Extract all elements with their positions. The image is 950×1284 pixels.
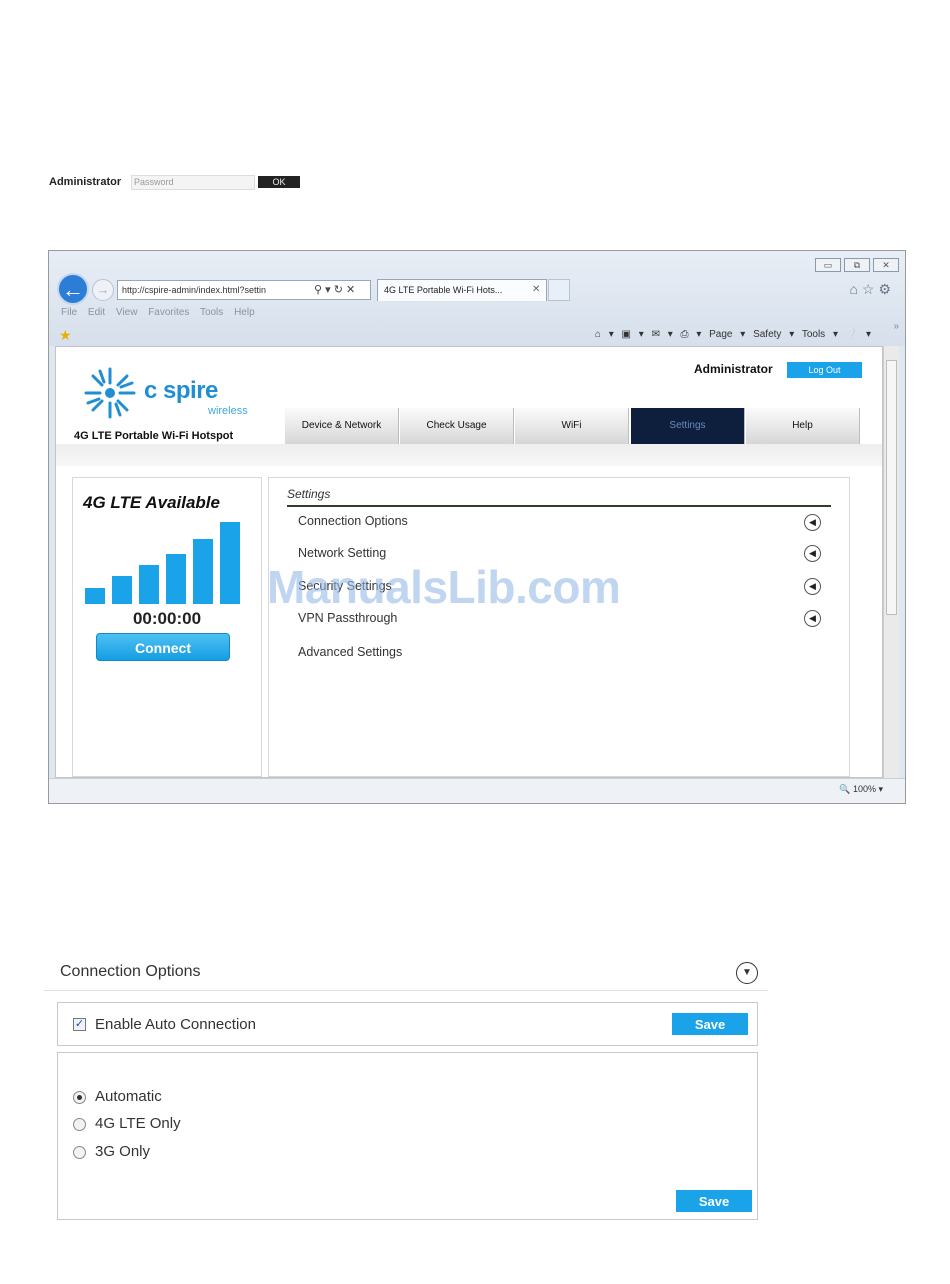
zoom-value: 100% xyxy=(852,784,876,794)
logout-button[interactable]: Log Out xyxy=(787,362,862,378)
password-input[interactable]: Password xyxy=(131,175,255,190)
close-icon[interactable]: ✕ xyxy=(873,258,899,272)
browser-titlebar: ▭ ⧉ ✕ ← → http://cspire-admin/index.html… xyxy=(49,251,905,346)
settings-item-network-setting[interactable]: Network Setting xyxy=(298,546,386,560)
settings-item-advanced-settings[interactable]: Advanced Settings xyxy=(298,645,402,659)
logo-subtext: wireless xyxy=(208,405,248,417)
restore-icon[interactable]: ⧉ xyxy=(844,258,870,272)
command-menus[interactable]: Page ▾ Safety ▾ Tools ▾ xyxy=(709,329,838,340)
signal-bar-2-icon xyxy=(112,576,132,604)
menu-edit[interactable]: Edit xyxy=(88,307,105,318)
forward-arrow-icon[interactable]: → xyxy=(92,279,114,301)
tab-help[interactable]: Help xyxy=(746,408,860,444)
expand-arrow-icon[interactable]: ◀ xyxy=(804,578,821,595)
minimize-icon[interactable]: ▭ xyxy=(815,258,841,272)
settings-item-connection-options[interactable]: Connection Options xyxy=(298,514,408,528)
ok-button[interactable]: OK xyxy=(258,176,300,188)
product-name: 4G LTE Portable Wi-Fi Hotspot xyxy=(74,430,234,442)
cspire-logo-icon xyxy=(84,367,136,419)
radio-label-4g-lte-only: 4G LTE Only xyxy=(95,1115,181,1132)
settings-title: Settings xyxy=(287,487,331,501)
tab-settings[interactable]: Settings xyxy=(631,408,745,444)
signal-bar-3-icon xyxy=(139,565,159,604)
connection-options-title: Connection Options xyxy=(60,963,201,980)
section-divider xyxy=(44,990,768,991)
auto-connection-checkbox[interactable]: ✓ xyxy=(73,1018,86,1031)
mail-icon[interactable]: ✉ ▾ xyxy=(652,329,673,340)
new-tab-button[interactable] xyxy=(548,279,570,301)
help-icon[interactable]: ❔ ▾ xyxy=(846,329,871,340)
home-icon[interactable]: ⌂ ▾ xyxy=(595,329,614,340)
auto-connection-box: ✓ Enable Auto Connection Save xyxy=(57,1002,758,1046)
feeds-icon[interactable]: ▣ ▾ xyxy=(622,329,644,340)
signal-bar-1-icon xyxy=(85,588,105,604)
auto-connection-label: Enable Auto Connection xyxy=(95,1016,256,1033)
browser-statusbar: 🔍 100% ▾ xyxy=(49,778,905,803)
browser-window: ▭ ⧉ ✕ ← → http://cspire-admin/index.html… xyxy=(48,250,906,804)
back-arrow-icon[interactable]: ← xyxy=(57,273,89,305)
tab-device-network[interactable]: Device & Network xyxy=(285,408,399,444)
connection-status-panel: 4G LTE Available 00:00:00 Connect xyxy=(72,477,262,777)
connect-button[interactable]: Connect xyxy=(96,633,230,661)
browser-tab[interactable]: 4G LTE Portable Wi-Fi Hots... ✕ xyxy=(377,279,547,301)
vertical-scrollbar[interactable] xyxy=(883,346,899,778)
address-bar-icons[interactable]: ⚲ ▾ ↻ ✕ xyxy=(311,281,359,298)
signal-bar-6-icon xyxy=(220,522,240,604)
save-button[interactable]: Save xyxy=(676,1190,752,1212)
tab-title: 4G LTE Portable Wi-Fi Hots... xyxy=(384,285,503,295)
connection-timer: 00:00:00 xyxy=(132,609,202,628)
tab-wifi[interactable]: WiFi xyxy=(515,408,629,444)
menu-favorites[interactable]: Favorites xyxy=(148,307,189,318)
settings-divider xyxy=(287,505,831,507)
expand-arrow-icon[interactable]: ◀ xyxy=(804,514,821,531)
menu-help[interactable]: Help xyxy=(234,307,255,318)
chevron-right-icon[interactable]: » xyxy=(893,321,899,332)
administrator-label: Administrator xyxy=(49,176,122,188)
menu-bar[interactable]: File Edit View Favorites Tools Help xyxy=(61,307,255,318)
radio-automatic[interactable] xyxy=(73,1091,86,1104)
network-status-title: 4G LTE Available xyxy=(83,493,220,512)
watermark: ManualsLib.com xyxy=(267,561,621,613)
menu-view[interactable]: View xyxy=(116,307,138,318)
print-icon[interactable]: ⎙ ▾ xyxy=(681,329,702,340)
radio-label-3g-only: 3G Only xyxy=(95,1143,151,1160)
connection-mode-box: Automatic 4G LTE Only 3G Only Save xyxy=(57,1052,758,1220)
radio-3g-only[interactable] xyxy=(73,1146,86,1159)
tab-check-usage[interactable]: Check Usage xyxy=(400,408,514,444)
expand-arrow-icon[interactable]: ◀ xyxy=(804,545,821,562)
logo-text: c spire xyxy=(144,377,218,404)
scrollbar-thumb[interactable] xyxy=(886,360,897,615)
settings-panel: Settings Connection Options ◀ Network Se… xyxy=(268,477,850,777)
menu-file[interactable]: File xyxy=(61,307,77,318)
save-button[interactable]: Save xyxy=(672,1013,748,1035)
radio-4g-lte-only[interactable] xyxy=(73,1118,86,1131)
header-band xyxy=(56,444,882,466)
favorites-star-icon[interactable]: ★ xyxy=(59,327,72,344)
signal-bar-5-icon xyxy=(193,539,213,604)
command-bar[interactable]: ⌂ ▾ ▣ ▾ ✉ ▾ ⎙ ▾ Page ▾ Safety ▾ Tools ▾ … xyxy=(595,329,871,340)
tab-close-icon[interactable]: ✕ xyxy=(532,280,540,300)
menu-tools[interactable]: Tools xyxy=(200,307,223,318)
home-favorites-settings-icons[interactable]: ⌂☆⚙ xyxy=(849,281,895,298)
signal-bar-4-icon xyxy=(166,554,186,604)
radio-label-automatic: Automatic xyxy=(95,1088,162,1105)
collapse-arrow-icon[interactable]: ▼ xyxy=(736,962,758,984)
expand-arrow-icon[interactable]: ◀ xyxy=(804,610,821,627)
zoom-level[interactable]: 🔍 100% ▾ xyxy=(839,784,883,795)
admin-label: Administrator xyxy=(694,362,773,376)
